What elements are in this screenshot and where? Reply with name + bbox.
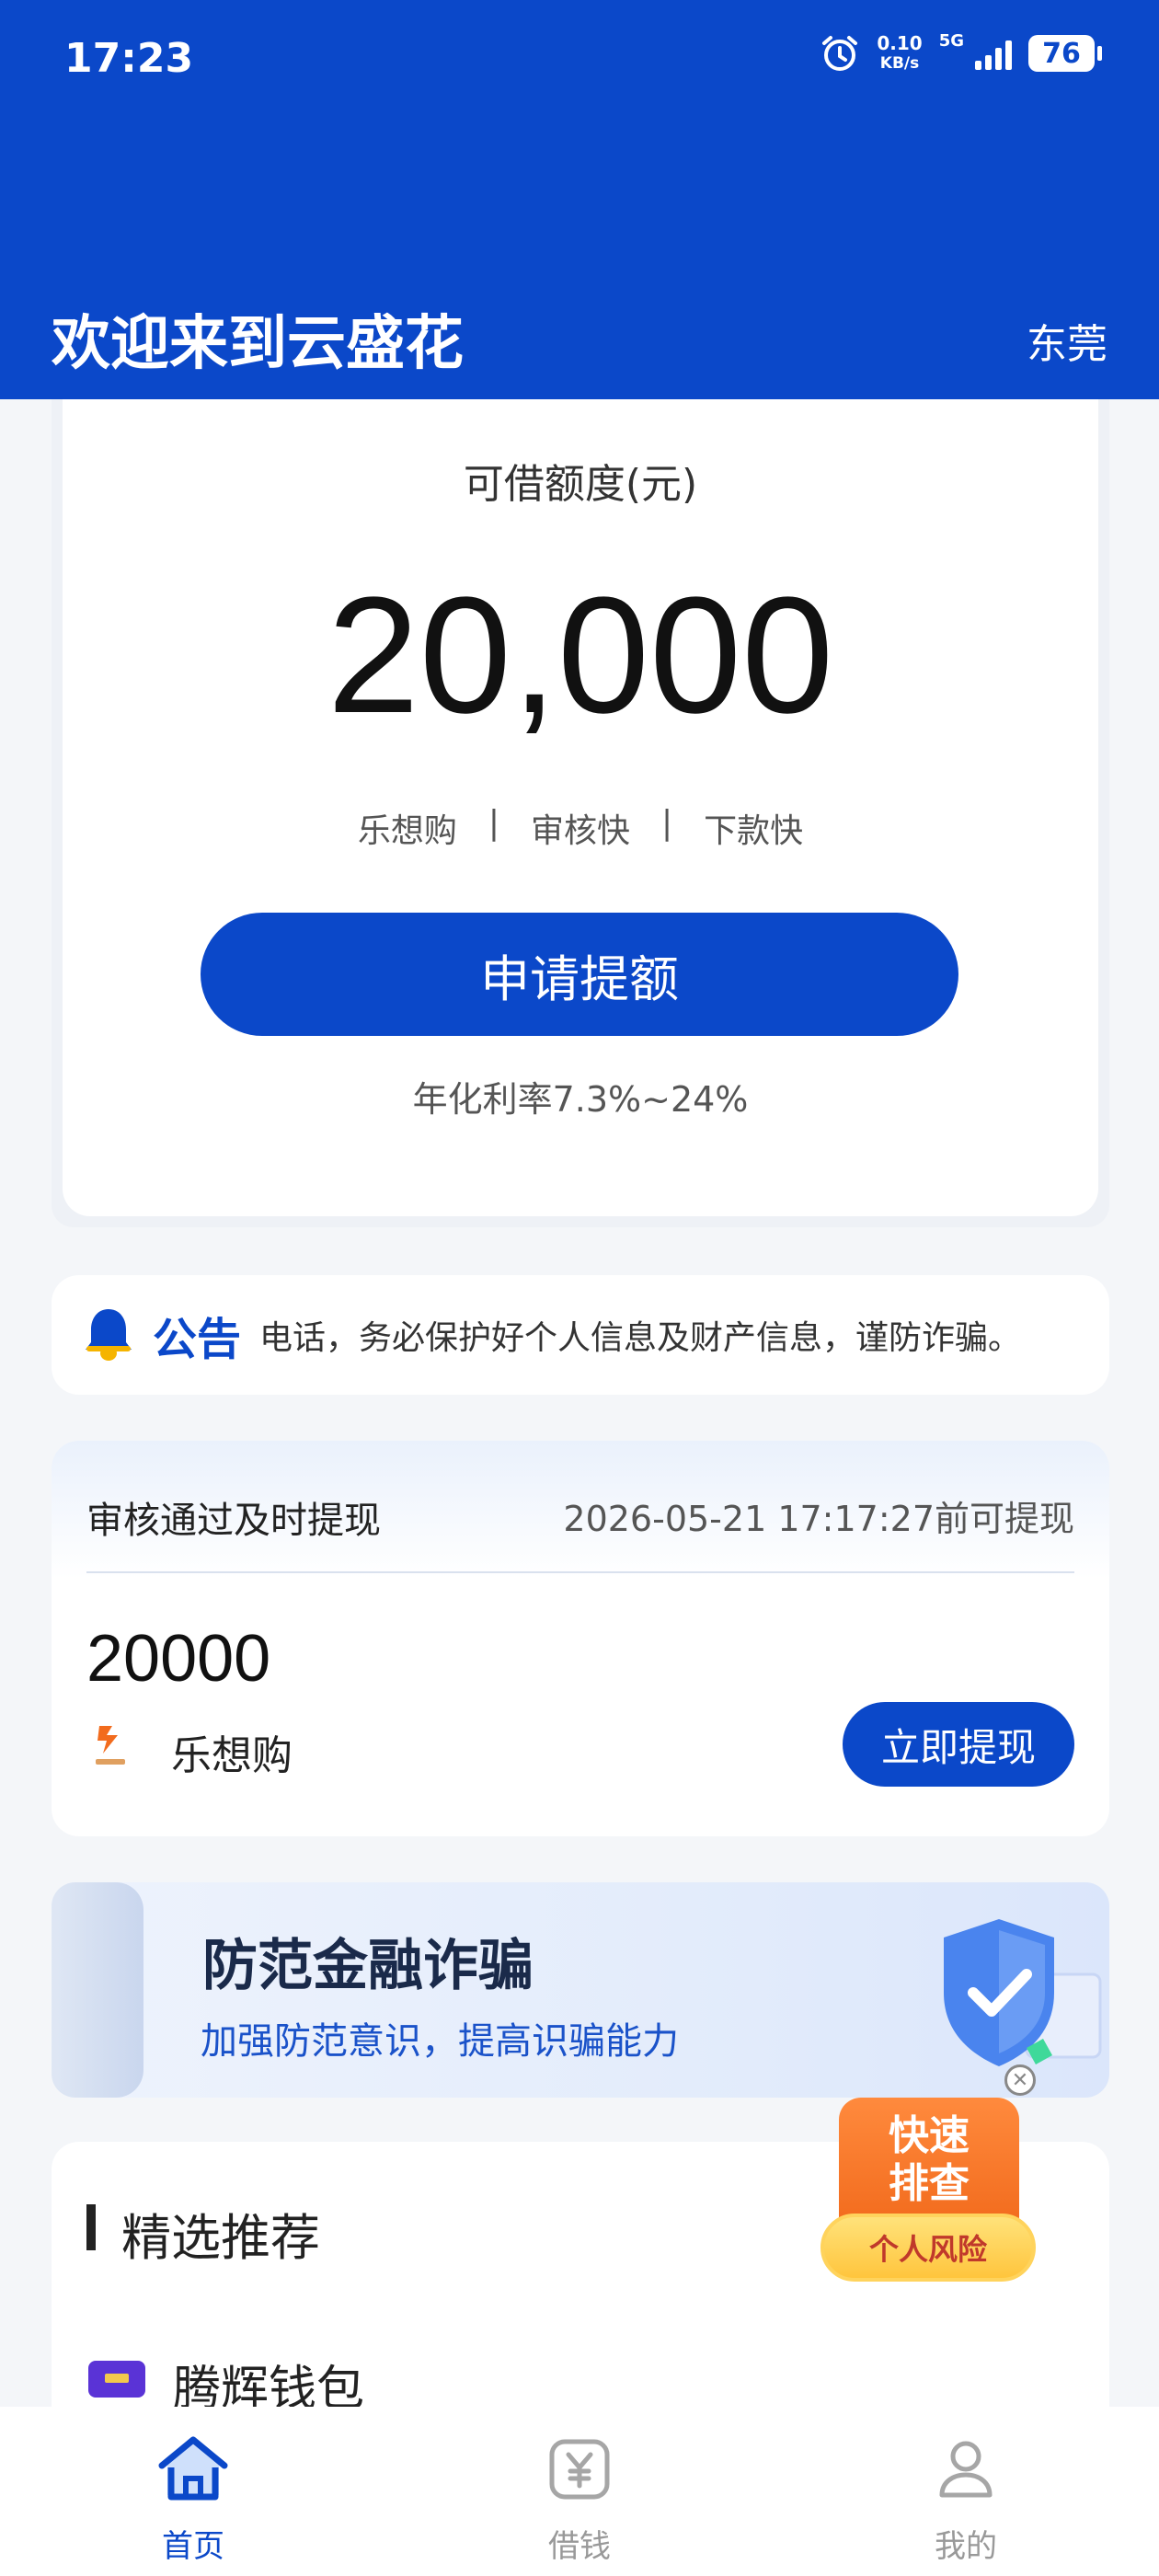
merchant-name: 乐想购: [171, 1732, 293, 1779]
nav-label: 借钱: [548, 2528, 611, 2565]
divider: [86, 1571, 1074, 1573]
nav-item-profile[interactable]: 我的: [828, 2431, 1104, 2566]
risk-check-label: 个人风险: [820, 2214, 1036, 2282]
city-selector[interactable]: 东莞: [1027, 311, 1107, 370]
alarm-icon: [822, 36, 858, 71]
credit-tag: 下款快: [704, 812, 804, 850]
tag-separator: |: [661, 804, 673, 842]
credit-label: 可借额度(元): [463, 461, 698, 508]
nav-item-borrow[interactable]: 借钱: [442, 2431, 717, 2566]
merchant-logo-icon: [96, 1726, 125, 1765]
status-time: 17:23: [64, 35, 194, 82]
yen-icon: [549, 2439, 610, 2500]
notice-bar[interactable]: 公告 电话，务必保护好个人信息及财产信息，谨防诈骗。: [52, 1275, 1109, 1395]
page-title: 欢迎来到云盛花: [52, 310, 464, 378]
credit-tag: 审核快: [530, 812, 630, 850]
user-icon: [939, 2441, 993, 2498]
home-icon: [158, 2436, 228, 2501]
nav-label: 我的: [935, 2528, 997, 2565]
section-accent-bar: [86, 2204, 96, 2250]
credit-amount: 20,000: [327, 563, 834, 748]
risk-check-badge: 快速 排查: [839, 2098, 1019, 2226]
fraud-banner[interactable]: 防范金融诈骗 加强防范意识，提高识骗能力: [52, 1882, 1109, 2098]
bottom-nav: 首页 借钱 我的: [0, 2407, 1159, 2576]
app-header: 17:23 0.10 KB/s 5G 76 欢迎来到云盛花 东莞: [0, 0, 1159, 399]
signal-icon: [975, 37, 1012, 70]
banner-close-icon[interactable]: ✕: [1004, 2064, 1036, 2096]
nav-label: 首页: [162, 2528, 224, 2565]
notice-label: 公告: [153, 1314, 242, 1365]
credit-tag: 乐想购: [357, 812, 457, 850]
withdraw-card: 审核通过及时提现 2026-05-21 17:17:27前可提现 20000 乐…: [52, 1441, 1109, 1836]
tag-separator: |: [488, 804, 499, 842]
interest-rate: 年化利率7.3%~24%: [412, 1079, 749, 1120]
credit-card-shadow: 可借额度(元) 20,000 乐想购 | 审核快 | 下款快 申请提额 年化利率…: [52, 399, 1109, 1227]
network-type: 5G: [938, 30, 964, 51]
banner-title: 防范金融诈骗: [202, 1934, 534, 1998]
withdraw-now-button[interactable]: 立即提现: [843, 1702, 1074, 1787]
banner-prev-slide: [52, 1882, 143, 2098]
nav-item-home[interactable]: 首页: [55, 2431, 331, 2566]
withdraw-deadline: 2026-05-21 17:17:27前可提现: [563, 1499, 1074, 1539]
notice-text: 电话，务必保护好个人信息及财产信息，谨防诈骗。: [259, 1319, 1022, 1357]
section-title: 精选推荐: [121, 2209, 320, 2267]
bell-icon: [86, 1309, 132, 1361]
withdraw-amount: 20000: [86, 1622, 271, 1696]
risk-check-float[interactable]: 快速 排查 个人风险: [820, 2098, 1036, 2282]
status-bar: 17:23 0.10 KB/s 5G 76: [0, 0, 1159, 120]
product-logo-icon: [88, 2361, 145, 2398]
credit-card: 可借额度(元) 20,000 乐想购 | 审核快 | 下款快 申请提额 年化利率…: [63, 399, 1098, 1216]
withdraw-title: 审核通过及时提现: [86, 1500, 381, 1542]
credit-tags: 乐想购 | 审核快 | 下款快: [63, 804, 1098, 852]
apply-increase-button[interactable]: 申请提额: [201, 913, 958, 1036]
status-indicators: 0.10 KB/s 5G 76: [820, 30, 1102, 74]
banner-subtitle: 加强防范意识，提高识骗能力: [201, 2020, 679, 2063]
net-speed: 0.10 KB/s: [877, 32, 923, 73]
battery-icon: 76: [1028, 35, 1102, 72]
